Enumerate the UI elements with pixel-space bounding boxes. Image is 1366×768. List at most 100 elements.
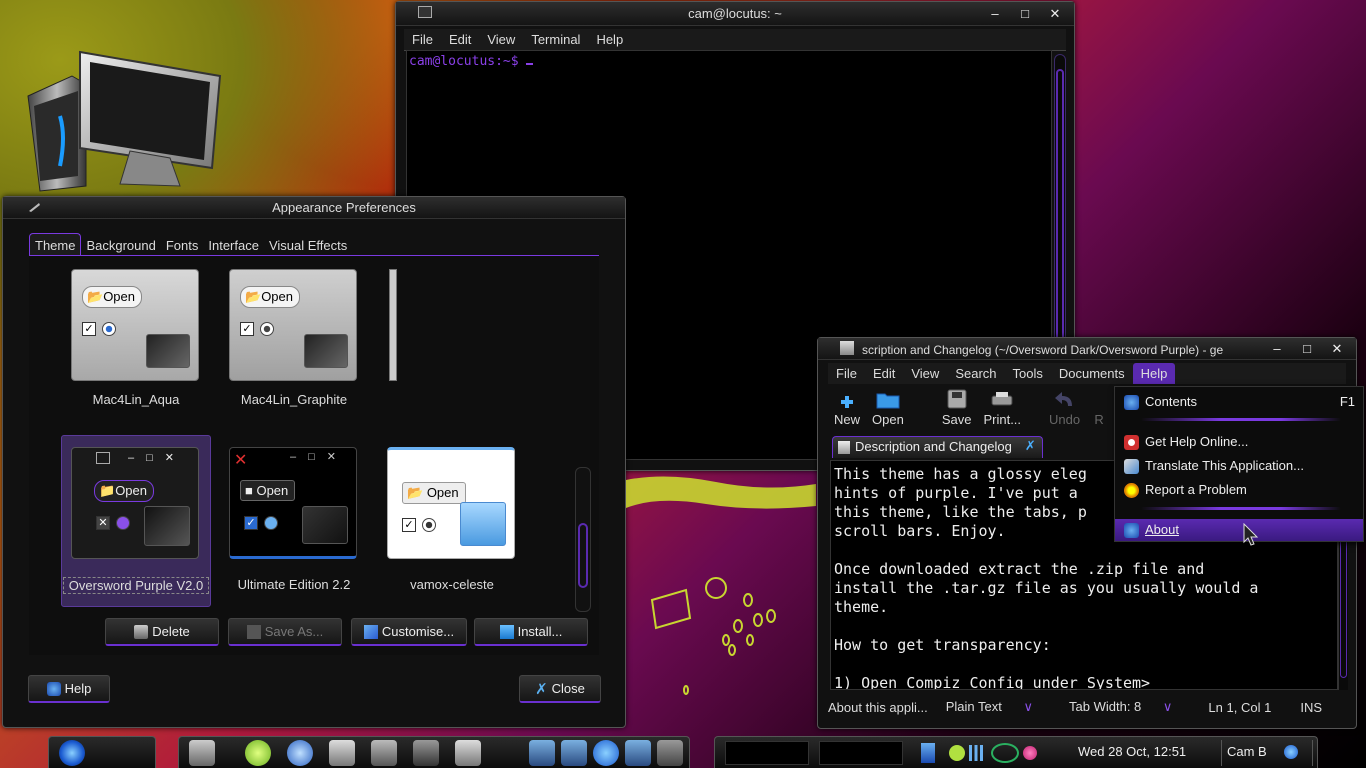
terminal-launcher-icon[interactable]: [413, 740, 439, 766]
minimize-button[interactable]: –: [986, 6, 1004, 21]
trash-icon: [134, 624, 149, 639]
text-editor-launcher-icon[interactable]: [455, 740, 481, 766]
power-icon[interactable]: [1284, 745, 1298, 759]
preview-checkbox: ✓: [240, 322, 254, 336]
editor-line: How to get transparency:: [834, 636, 1051, 654]
computer-desktop-icon[interactable]: [20, 36, 230, 196]
volume-icon[interactable]: [921, 743, 935, 763]
messaging-icon[interactable]: [991, 743, 1019, 763]
theme-mac4lin-aqua[interactable]: 📂Open ✓ Mac4Lin_Aqua: [61, 269, 211, 434]
window-4-icon[interactable]: [625, 740, 651, 766]
close-dialog-button[interactable]: ✗ Close: [519, 675, 601, 703]
terminal-titlebar[interactable]: cam@locutus: ~ – □ ✕: [396, 2, 1074, 26]
menu-edit[interactable]: Edit: [865, 363, 903, 384]
delete-button[interactable]: Delete: [105, 618, 219, 646]
appearance-preferences-window[interactable]: Appearance Preferences Theme Background …: [2, 196, 626, 728]
mail-icon[interactable]: [329, 740, 355, 766]
maximize-button[interactable]: □: [1016, 6, 1034, 21]
undo-button[interactable]: Undo: [1043, 386, 1086, 432]
menu-item-contents[interactable]: Contents F1: [1115, 391, 1363, 413]
menu-file[interactable]: File: [404, 29, 441, 50]
menu-help[interactable]: Help: [588, 29, 631, 50]
notes-tray-icon[interactable]: [949, 745, 965, 761]
lifebuoy-icon: [1124, 435, 1139, 450]
theme-grid-scrollbar[interactable]: [575, 467, 591, 612]
language-selector[interactable]: Plain Text ∨: [946, 699, 1051, 715]
menu-search[interactable]: Search: [947, 363, 1004, 384]
theme-mac4lin-graphite[interactable]: 📂Open ✓ Mac4Lin_Graphite: [219, 269, 369, 434]
window-3-icon[interactable]: [593, 740, 619, 766]
menu-documents[interactable]: Documents: [1051, 363, 1133, 384]
menu-edit[interactable]: Edit: [441, 29, 479, 50]
network-signal-icon[interactable]: [969, 745, 983, 761]
theme-preview-partial: [389, 269, 397, 381]
close-button[interactable]: ✕: [1046, 6, 1064, 21]
install-button[interactable]: Install...: [474, 618, 588, 646]
tab-theme[interactable]: Theme: [29, 233, 82, 257]
menu-view[interactable]: View: [479, 29, 523, 50]
window-1-icon[interactable]: [529, 740, 555, 766]
new-button[interactable]: New: [828, 386, 866, 432]
gedit-titlebar[interactable]: scription and Changelog (~/Oversword Dar…: [818, 338, 1356, 360]
help-icon: [46, 681, 61, 696]
panel-user-name[interactable]: Cam B: [1227, 744, 1267, 759]
theme-oversword-purple[interactable]: –□✕ 📁Open ✕ Oversword Purple V2.0: [61, 447, 211, 612]
tab-fonts[interactable]: Fonts: [161, 234, 204, 257]
preview-window-buttons: –□✕: [128, 452, 186, 464]
menu-file[interactable]: File: [828, 363, 865, 384]
tab-visual-effects[interactable]: Visual Effects: [264, 234, 352, 257]
menu-tools[interactable]: Tools: [1005, 363, 1051, 384]
notes-icon[interactable]: [245, 740, 271, 766]
preview-radio: [264, 516, 278, 530]
desktop-wallpaper-doodle: [626, 476, 816, 695]
menu-dock: [48, 736, 156, 768]
close-tab-icon[interactable]: ✗: [1025, 438, 1036, 454]
open-button[interactable]: Open: [866, 386, 910, 432]
tab-background[interactable]: Background: [81, 234, 160, 257]
appearance-titlebar[interactable]: Appearance Preferences: [3, 197, 625, 219]
theme-label: vamox-celeste: [410, 577, 494, 592]
close-button[interactable]: ✕: [1328, 341, 1346, 356]
system-monitor-graph[interactable]: [725, 741, 809, 765]
help-button[interactable]: Help: [28, 675, 110, 703]
scrollbar-thumb[interactable]: [578, 523, 588, 588]
folder-icon: [499, 624, 514, 639]
menu-terminal[interactable]: Terminal: [523, 29, 588, 50]
theme-preview: 📂Open ✓: [229, 269, 357, 381]
main-menu-orb-icon[interactable]: [59, 740, 85, 766]
close-icon: ✗: [535, 680, 548, 698]
theme-ultimate-edition[interactable]: ✕ –□✕ ■ Open ✓ Ultimate Edition 2.2: [219, 447, 369, 612]
save-as-button[interactable]: Save As...: [228, 618, 342, 646]
window-5-icon[interactable]: [657, 740, 683, 766]
menu-item-report-problem[interactable]: Report a Problem: [1115, 479, 1363, 501]
customise-button[interactable]: Customise...: [351, 618, 467, 646]
tab-interface[interactable]: Interface: [203, 234, 264, 257]
browser-icon[interactable]: [287, 740, 313, 766]
menu-item-about[interactable]: About: [1115, 519, 1363, 541]
window-2-icon[interactable]: [561, 740, 587, 766]
preview-open-button: 📁Open: [94, 480, 154, 502]
theme-vamox-celeste[interactable]: 📂 Open ✓ vamox-celeste: [377, 447, 527, 612]
preview-folder-icon: [302, 506, 348, 544]
menu-view[interactable]: View: [903, 363, 947, 384]
workspace-switcher[interactable]: [819, 741, 903, 765]
menu-help[interactable]: Help: [1132, 363, 1176, 384]
settings-icon[interactable]: [371, 740, 397, 766]
preview-open-button: 📂 Open: [402, 482, 466, 504]
preview-open-button: 📂Open: [82, 286, 142, 308]
menu-item-translate[interactable]: Translate This Application...: [1115, 455, 1363, 477]
menu-item-get-help-online[interactable]: Get Help Online...: [1115, 431, 1363, 453]
theme-preview: ✕ –□✕ ■ Open ✓: [229, 447, 357, 559]
print-button[interactable]: Print...: [977, 386, 1027, 432]
appearance-tabs: Theme Background Fonts Interface Visual …: [29, 233, 352, 257]
notification-icon[interactable]: [1023, 746, 1037, 760]
file-manager-icon[interactable]: [189, 740, 215, 766]
terminal-menubar: File Edit View Terminal Help: [404, 29, 1066, 51]
save-button[interactable]: Save: [936, 386, 978, 432]
tab-width-selector[interactable]: Tab Width: 8 ∨: [1069, 699, 1190, 715]
cursor-position: Ln 1, Col 1: [1208, 699, 1272, 715]
document-tab[interactable]: Description and Changelog ✗: [832, 436, 1043, 458]
panel-clock[interactable]: Wed 28 Oct, 12:51: [1078, 744, 1186, 759]
minimize-button[interactable]: –: [1268, 341, 1286, 356]
maximize-button[interactable]: □: [1298, 341, 1316, 356]
